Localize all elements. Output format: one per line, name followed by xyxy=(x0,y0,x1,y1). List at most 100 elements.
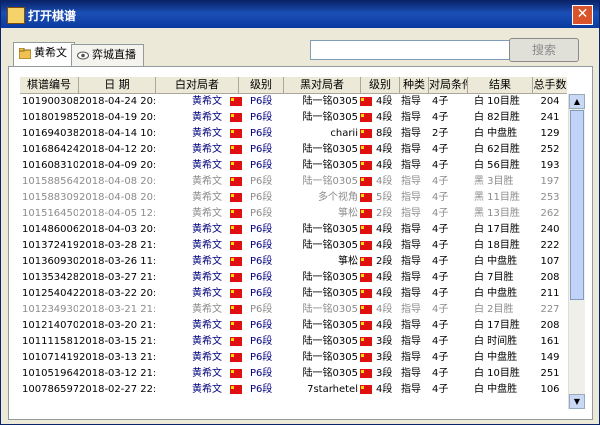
table-row[interactable]: 10168642432018-04-12 20:47 黄希文 P6段 陆一铭0305 4… xyxy=(20,142,567,158)
cell-condition: 4子 xyxy=(432,192,449,203)
white-flag-icon xyxy=(230,241,242,250)
cell-result: 黑 11目胜 xyxy=(474,192,520,203)
cell-condition: 4子 xyxy=(432,272,449,283)
cell-id: 1012349305 xyxy=(22,304,78,315)
cell-result: 黑 3目胜 xyxy=(474,176,514,187)
cell-result: 黑 13目胜 xyxy=(474,208,520,219)
cell-result: 白 中盘胜 xyxy=(474,384,518,395)
table-row[interactable]: 10158856442018-04-08 20:37 黄希文 P6段 陆一铭0305 4… xyxy=(20,174,567,190)
cell-white-player: 黄希文 xyxy=(192,112,222,123)
col-header-black-level[interactable]: 级别 xyxy=(361,77,400,93)
col-header-id[interactable]: 棋谱编号 xyxy=(20,77,79,93)
cell-result: 白 10目胜 xyxy=(474,96,520,107)
cell-white-level: P6段 xyxy=(250,320,273,331)
cell-white-level: P6段 xyxy=(250,256,273,267)
col-header-result[interactable]: 结果 xyxy=(468,77,533,93)
tab-huang-xiwen[interactable]: 黄希文 xyxy=(13,42,75,67)
cell-black-player: 多个视角 xyxy=(318,192,358,203)
table-row[interactable]: 10158830932018-04-08 20:30 黄希文 P6段 多个视角 5段指导… xyxy=(20,190,567,206)
cell-white-level: P6段 xyxy=(250,336,273,347)
cell-black-level: 4段 xyxy=(376,112,393,123)
white-flag-icon xyxy=(230,289,242,298)
cell-black-level: 2段 xyxy=(376,208,393,219)
vertical-scrollbar[interactable]: ▲ ▼ xyxy=(568,94,585,409)
table-row[interactable]: 10121407082018-03-20 21:27 黄希文 P6段 陆一铭0305 4… xyxy=(20,318,567,334)
close-button[interactable]: ✕ xyxy=(572,5,593,25)
cell-black-level: 3段 xyxy=(376,368,393,379)
black-flag-icon xyxy=(360,225,372,234)
cell-black-player: 箏松 xyxy=(338,208,358,219)
cell-date: 2018-03-28 21:35 xyxy=(79,240,155,251)
table-row[interactable]: 10151645052018-04-05 12:16 黄希文 P6段 箏松 2段指导 4子… xyxy=(20,206,567,222)
cell-moves: 251 xyxy=(540,368,560,379)
title-bar[interactable]: 打开棋谱 ✕ xyxy=(1,1,599,28)
cell-moves: 149 xyxy=(540,352,560,363)
black-flag-icon xyxy=(360,97,372,106)
cell-result: 白 时间胜 xyxy=(474,336,518,347)
cell-date: 2018-03-20 21:27 xyxy=(79,320,155,331)
cell-white-player: 黄希文 xyxy=(192,224,222,235)
table-row[interactable]: 10123493052018-03-21 21:24 黄希文 P6段 陆一铭0305 4… xyxy=(20,302,567,318)
tab-live-broadcast[interactable]: 弈城直播 xyxy=(71,44,144,67)
table-row[interactable]: 10180198572018-04-19 20:30 黄希文 P6段 陆一铭0305 4… xyxy=(20,110,567,126)
cell-date: 2018-02-27 22:15 xyxy=(79,384,155,395)
col-header-black[interactable]: 黑对局者 xyxy=(284,77,361,93)
cell-white-level: P6段 xyxy=(250,128,273,139)
scroll-up-arrow-icon[interactable]: ▲ xyxy=(569,94,585,109)
col-header-moves[interactable]: 总手数 xyxy=(533,77,567,93)
cell-date: 2018-04-09 20:45 xyxy=(79,160,155,171)
cell-moves: 161 xyxy=(540,336,560,347)
table-row[interactable]: 10105196442018-03-12 21:14 黄希文 P6段 陆一铭0305 3… xyxy=(20,366,567,382)
cell-black-player: charii xyxy=(330,128,358,139)
search-input[interactable] xyxy=(310,40,510,60)
cell-date: 2018-03-22 20:46 xyxy=(79,288,155,299)
cell-date: 2018-04-08 20:30 xyxy=(79,192,155,203)
col-header-date[interactable]: 日 期 xyxy=(79,77,156,93)
cell-black-level: 4段 xyxy=(376,384,393,395)
col-header-white-level[interactable]: 级别 xyxy=(239,77,284,93)
white-flag-icon xyxy=(230,129,242,138)
cell-condition: 4子 xyxy=(432,336,449,347)
cell-result: 白 10目胜 xyxy=(474,368,520,379)
black-flag-icon xyxy=(360,177,372,186)
black-flag-icon xyxy=(360,161,372,170)
cell-result: 白 中盘胜 xyxy=(474,352,518,363)
cell-white-level: P6段 xyxy=(250,352,273,363)
scroll-thumb[interactable] xyxy=(570,110,584,300)
table-row[interactable]: 10148600672018-04-03 20:27 黄希文 P6段 陆一铭0305 4… xyxy=(20,222,567,238)
cell-date: 2018-04-08 20:37 xyxy=(79,176,155,187)
cell-date: 2018-04-03 20:27 xyxy=(79,224,155,235)
table-row[interactable]: 10135342842018-03-27 21:52 黄希文 P6段 陆一铭0305 4… xyxy=(20,270,567,286)
white-flag-icon xyxy=(230,145,242,154)
table-row[interactable]: 10160831052018-04-09 20:45 黄希文 P6段 陆一铭0305 4… xyxy=(20,158,567,174)
table-row[interactable]: 10169403852018-04-14 10:38 黄希文 P6段 charii 8段… xyxy=(20,126,567,142)
table-row[interactable]: 10125404212018-03-22 20:46 黄希文 P6段 陆一铭0305 4… xyxy=(20,286,567,302)
cell-result: 白 18目胜 xyxy=(474,240,520,251)
cell-white-player: 黄希文 xyxy=(192,208,222,219)
table-row[interactable]: 10078659742018-02-27 22:15 黄希文 P6段 7starhet… xyxy=(20,382,567,398)
search-button[interactable]: 搜索 xyxy=(509,38,579,62)
cell-white-player: 黄希文 xyxy=(192,336,222,347)
dialog-body: 黄希文 弈城直播 搜索 棋谱编号 日 期 白对局者 级别 黑对局者 级别 种类 … xyxy=(8,34,593,420)
table-row[interactable]: 10111158122018-03-15 21:05 黄希文 P6段 陆一铭0305 3… xyxy=(20,334,567,350)
scroll-down-arrow-icon[interactable]: ▼ xyxy=(569,394,585,409)
col-header-white[interactable]: 白对局者 xyxy=(156,77,239,93)
app-icon xyxy=(7,7,25,24)
col-header-condition[interactable]: 对局条件 xyxy=(429,77,468,93)
table-row[interactable]: 10107141992018-03-13 21:07 黄希文 P6段 陆一铭0305 3… xyxy=(20,350,567,366)
col-header-kind[interactable]: 种类 xyxy=(400,77,429,93)
cell-id: 1012140708 xyxy=(22,320,78,331)
table-row[interactable]: 10190030882018-04-24 20:45 黄希文 P6段 陆一铭0305 4… xyxy=(20,94,567,110)
cell-black-level: 4段 xyxy=(376,160,393,171)
black-flag-icon xyxy=(360,353,372,362)
cell-id: 1015883093 xyxy=(22,192,78,203)
white-flag-icon xyxy=(230,177,242,186)
cell-date: 2018-03-21 21:24 xyxy=(79,304,155,315)
cell-moves: 193 xyxy=(540,160,560,171)
cell-black-level: 3段 xyxy=(376,336,393,347)
table-row[interactable]: 10137241932018-03-28 21:35 黄希文 P6段 陆一铭0305 4… xyxy=(20,238,567,254)
black-flag-icon xyxy=(360,193,372,202)
cell-black-player: 陆一铭0305 xyxy=(302,272,358,283)
table-row[interactable]: 10136093082018-03-26 11:50 黄希文 P6段 箏松 2段指导 4子… xyxy=(20,254,567,270)
cell-white-player: 黄希文 xyxy=(192,288,222,299)
